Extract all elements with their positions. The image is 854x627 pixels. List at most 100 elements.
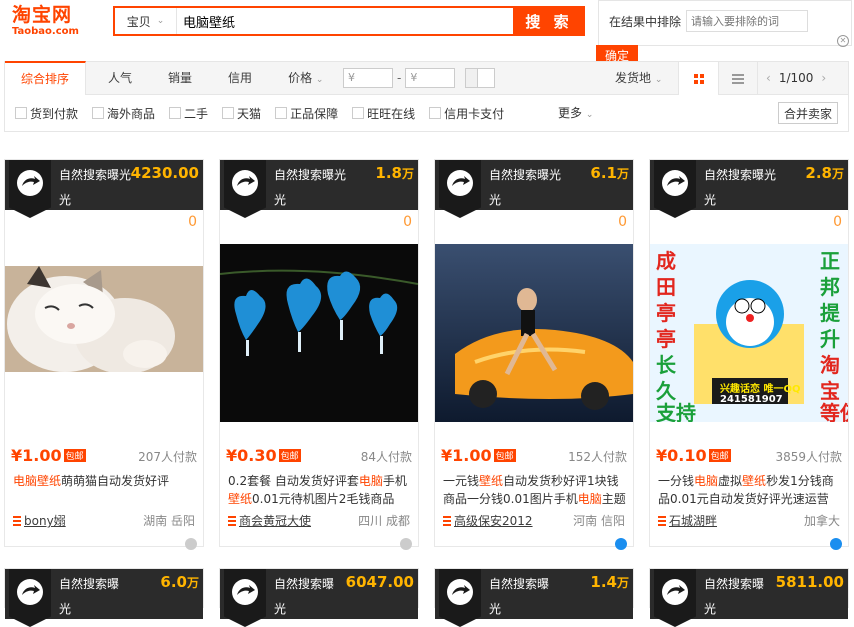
sort-tab-popularity[interactable]: 人气 xyxy=(92,62,148,95)
search-button[interactable]: 搜 索 xyxy=(513,6,585,36)
taobao-logo[interactable]: 淘宝网 Taobao.com xyxy=(12,4,88,38)
sort-tab-sales[interactable]: 销量 xyxy=(152,62,208,95)
shop-location: 湖南 岳阳 xyxy=(143,514,195,528)
list-view-icon[interactable] xyxy=(718,62,758,95)
product-card[interactable]: 自然搜索曝光 5811.00 xyxy=(649,568,849,627)
filter-cod[interactable]: 货到付款 xyxy=(15,105,78,122)
exposure-amount: 4230.00 xyxy=(131,164,199,182)
product-title[interactable]: 一分钱电脑虚拟壁纸秒发1分钱商品0.01元自动发货好评光速运营 xyxy=(658,472,842,508)
amount-unit: 万 xyxy=(831,167,844,181)
price-row: ¥0.30 包邮 84人付款 xyxy=(226,446,412,465)
exposure-badge-icon xyxy=(9,160,51,218)
svg-text:邦: 邦 xyxy=(820,275,840,299)
count-zero: 0 xyxy=(188,214,197,230)
product-card[interactable]: 自然搜索曝光 6047.00 xyxy=(219,568,419,627)
shop-icon xyxy=(228,516,236,526)
checkbox[interactable] xyxy=(429,107,442,119)
exposure-amount: 1.8万 xyxy=(375,164,414,182)
product-card[interactable]: 自然搜索曝光光 6.1万 0 ¥1.00 包邮 152人付款 一元钱壁纸自动发货秒好评1块钱… xyxy=(434,159,634,550)
filter-label: 天猫 xyxy=(237,106,262,121)
checkbox[interactable] xyxy=(222,107,235,119)
wangwang-icon[interactable] xyxy=(615,538,627,550)
svg-text:提: 提 xyxy=(820,301,841,325)
wangwang-icon[interactable] xyxy=(830,538,842,550)
tag-suffix: 光 xyxy=(274,193,287,207)
product-title[interactable]: 电脑壁纸萌萌猫自动发货好评 xyxy=(13,472,197,508)
shop-link[interactable]: bony嫋 xyxy=(13,512,66,529)
more-label: 更多 xyxy=(558,106,583,120)
sort-row: 综合排序 人气 销量 信用 价格 ⌄ ¥ - ¥ 发货地 ⌄ ‹ 1/100 › xyxy=(5,60,848,95)
shop-location: 四川 成都 xyxy=(358,514,410,528)
price-toggle[interactable] xyxy=(465,68,495,88)
exposure-badge-icon xyxy=(9,569,51,627)
filter-tmall[interactable]: 天猫 xyxy=(222,105,261,122)
amount-value: 2.8 xyxy=(805,164,832,182)
wangwang-icon[interactable] xyxy=(185,538,197,550)
sort-tab-price[interactable]: 价格 ⌄ xyxy=(272,62,339,95)
exclude-input[interactable] xyxy=(686,10,808,32)
checkbox[interactable] xyxy=(275,107,288,119)
product-image[interactable] xyxy=(435,244,633,422)
chevron-down-icon: ⌄ xyxy=(585,110,594,120)
wangwang-icon[interactable] xyxy=(400,538,412,550)
ship-from-dropdown[interactable]: 发货地 ⌄ xyxy=(615,62,662,95)
product-title[interactable]: 0.2套餐 自动发货好评套电脑手机壁纸0.01元待机图片2毛钱商品 xyxy=(228,472,412,508)
search-input[interactable]: 电脑壁纸 xyxy=(177,12,559,31)
more-filters-dropdown[interactable]: 更多 ⌄ xyxy=(558,104,593,121)
product-card[interactable]: 自然搜索曝光光2.8万0成田亭亭长久支持正邦提升淘宝等仞兴趣话恋 唯一QQ241… xyxy=(649,159,849,550)
sort-tab-credit[interactable]: 信用 xyxy=(212,62,268,95)
close-icon[interactable]: ✕ xyxy=(837,35,849,47)
tag-text: 自然搜索曝 xyxy=(489,577,550,591)
product-price: ¥0.10 xyxy=(656,446,707,465)
grid-view-icon[interactable] xyxy=(678,62,718,95)
product-price: ¥0.30 xyxy=(226,446,277,465)
product-card[interactable]: 自然搜索曝光 6.0万 xyxy=(4,568,204,627)
shop-link[interactable]: 商会黄冠大使 xyxy=(228,512,311,529)
search-category-dropdown[interactable]: 宝贝 ⌄ xyxy=(115,8,177,34)
exclude-label: 在结果中排除 xyxy=(609,15,682,29)
filter-label: 二手 xyxy=(184,106,209,121)
svg-text:淘: 淘 xyxy=(820,353,840,377)
sort-tab-default[interactable]: 综合排序 xyxy=(5,60,87,95)
checkbox[interactable] xyxy=(352,107,365,119)
ship-from-label: 发货地 xyxy=(615,71,652,85)
merge-sellers-button[interactable]: 合并卖家 xyxy=(778,102,838,124)
filter-online[interactable]: 旺旺在线 xyxy=(352,105,415,122)
price-max-input[interactable]: ¥ xyxy=(405,68,456,88)
page-indicator: 1/100 xyxy=(778,71,814,85)
checkbox[interactable] xyxy=(15,107,27,119)
shop-name: bony嫋 xyxy=(24,514,66,528)
filter-genuine[interactable]: 正品保障 xyxy=(275,105,338,122)
filter-secondhand[interactable]: 二手 xyxy=(169,105,208,122)
product-card[interactable]: 自然搜索曝光光 1.8万 0 ¥0.30 包邮 84人付款 0.2套餐 自动发货好评套电脑手… xyxy=(219,159,419,550)
svg-text:241581907: 241581907 xyxy=(720,394,783,405)
filter-row: 货到付款 海外商品 二手 天猫 正品保障 旺旺在线 信用卡支付 更多 ⌄ 合并卖… xyxy=(5,95,848,131)
tag-suffix: 光 xyxy=(704,193,717,207)
price-min-input[interactable]: ¥ xyxy=(343,68,393,88)
exposure-amount: 2.8万 xyxy=(805,164,844,182)
product-card[interactable]: 自然搜索曝光 1.4万 xyxy=(434,568,634,627)
svg-text:久: 久 xyxy=(656,379,677,403)
filter-creditcard[interactable]: 信用卡支付 xyxy=(429,105,504,122)
amount-unit: 万 xyxy=(616,167,629,181)
exposure-badge-icon xyxy=(654,569,696,627)
product-card[interactable]: 自然搜索曝光光 4230.00 0 ¥1.00 包邮 207人付款 电脑壁纸萌萌猫自动发货好… xyxy=(4,159,204,550)
exposure-tag: 自然搜索曝光光 xyxy=(489,163,579,213)
amount-unit: 万 xyxy=(401,167,414,181)
product-image[interactable] xyxy=(220,244,418,422)
filter-overseas[interactable]: 海外商品 xyxy=(92,105,155,122)
checkbox[interactable] xyxy=(169,107,182,119)
tag-text: 自然搜索曝 xyxy=(704,577,765,591)
svg-text:长: 长 xyxy=(656,353,677,377)
shop-link[interactable]: 石城湖畔 xyxy=(658,512,717,529)
shop-link[interactable]: 高级保安2012 xyxy=(443,512,533,529)
filter-label: 旺旺在线 xyxy=(367,106,416,121)
product-image[interactable] xyxy=(5,244,203,422)
tag-suffix: 光 xyxy=(489,602,502,616)
product-title[interactable]: 一元钱壁纸自动发货秒好评1块钱商品一分钱0.01图片手机电脑主题 xyxy=(443,472,627,508)
product-image[interactable]: 成田亭亭长久支持正邦提升淘宝等仞兴趣话恋 唯一QQ241581907 xyxy=(650,244,848,422)
checkbox[interactable] xyxy=(92,107,105,119)
prev-page-icon[interactable]: ‹ xyxy=(766,71,771,85)
exposure-amount: 6.0万 xyxy=(160,573,199,591)
next-page-icon[interactable]: › xyxy=(821,71,826,85)
